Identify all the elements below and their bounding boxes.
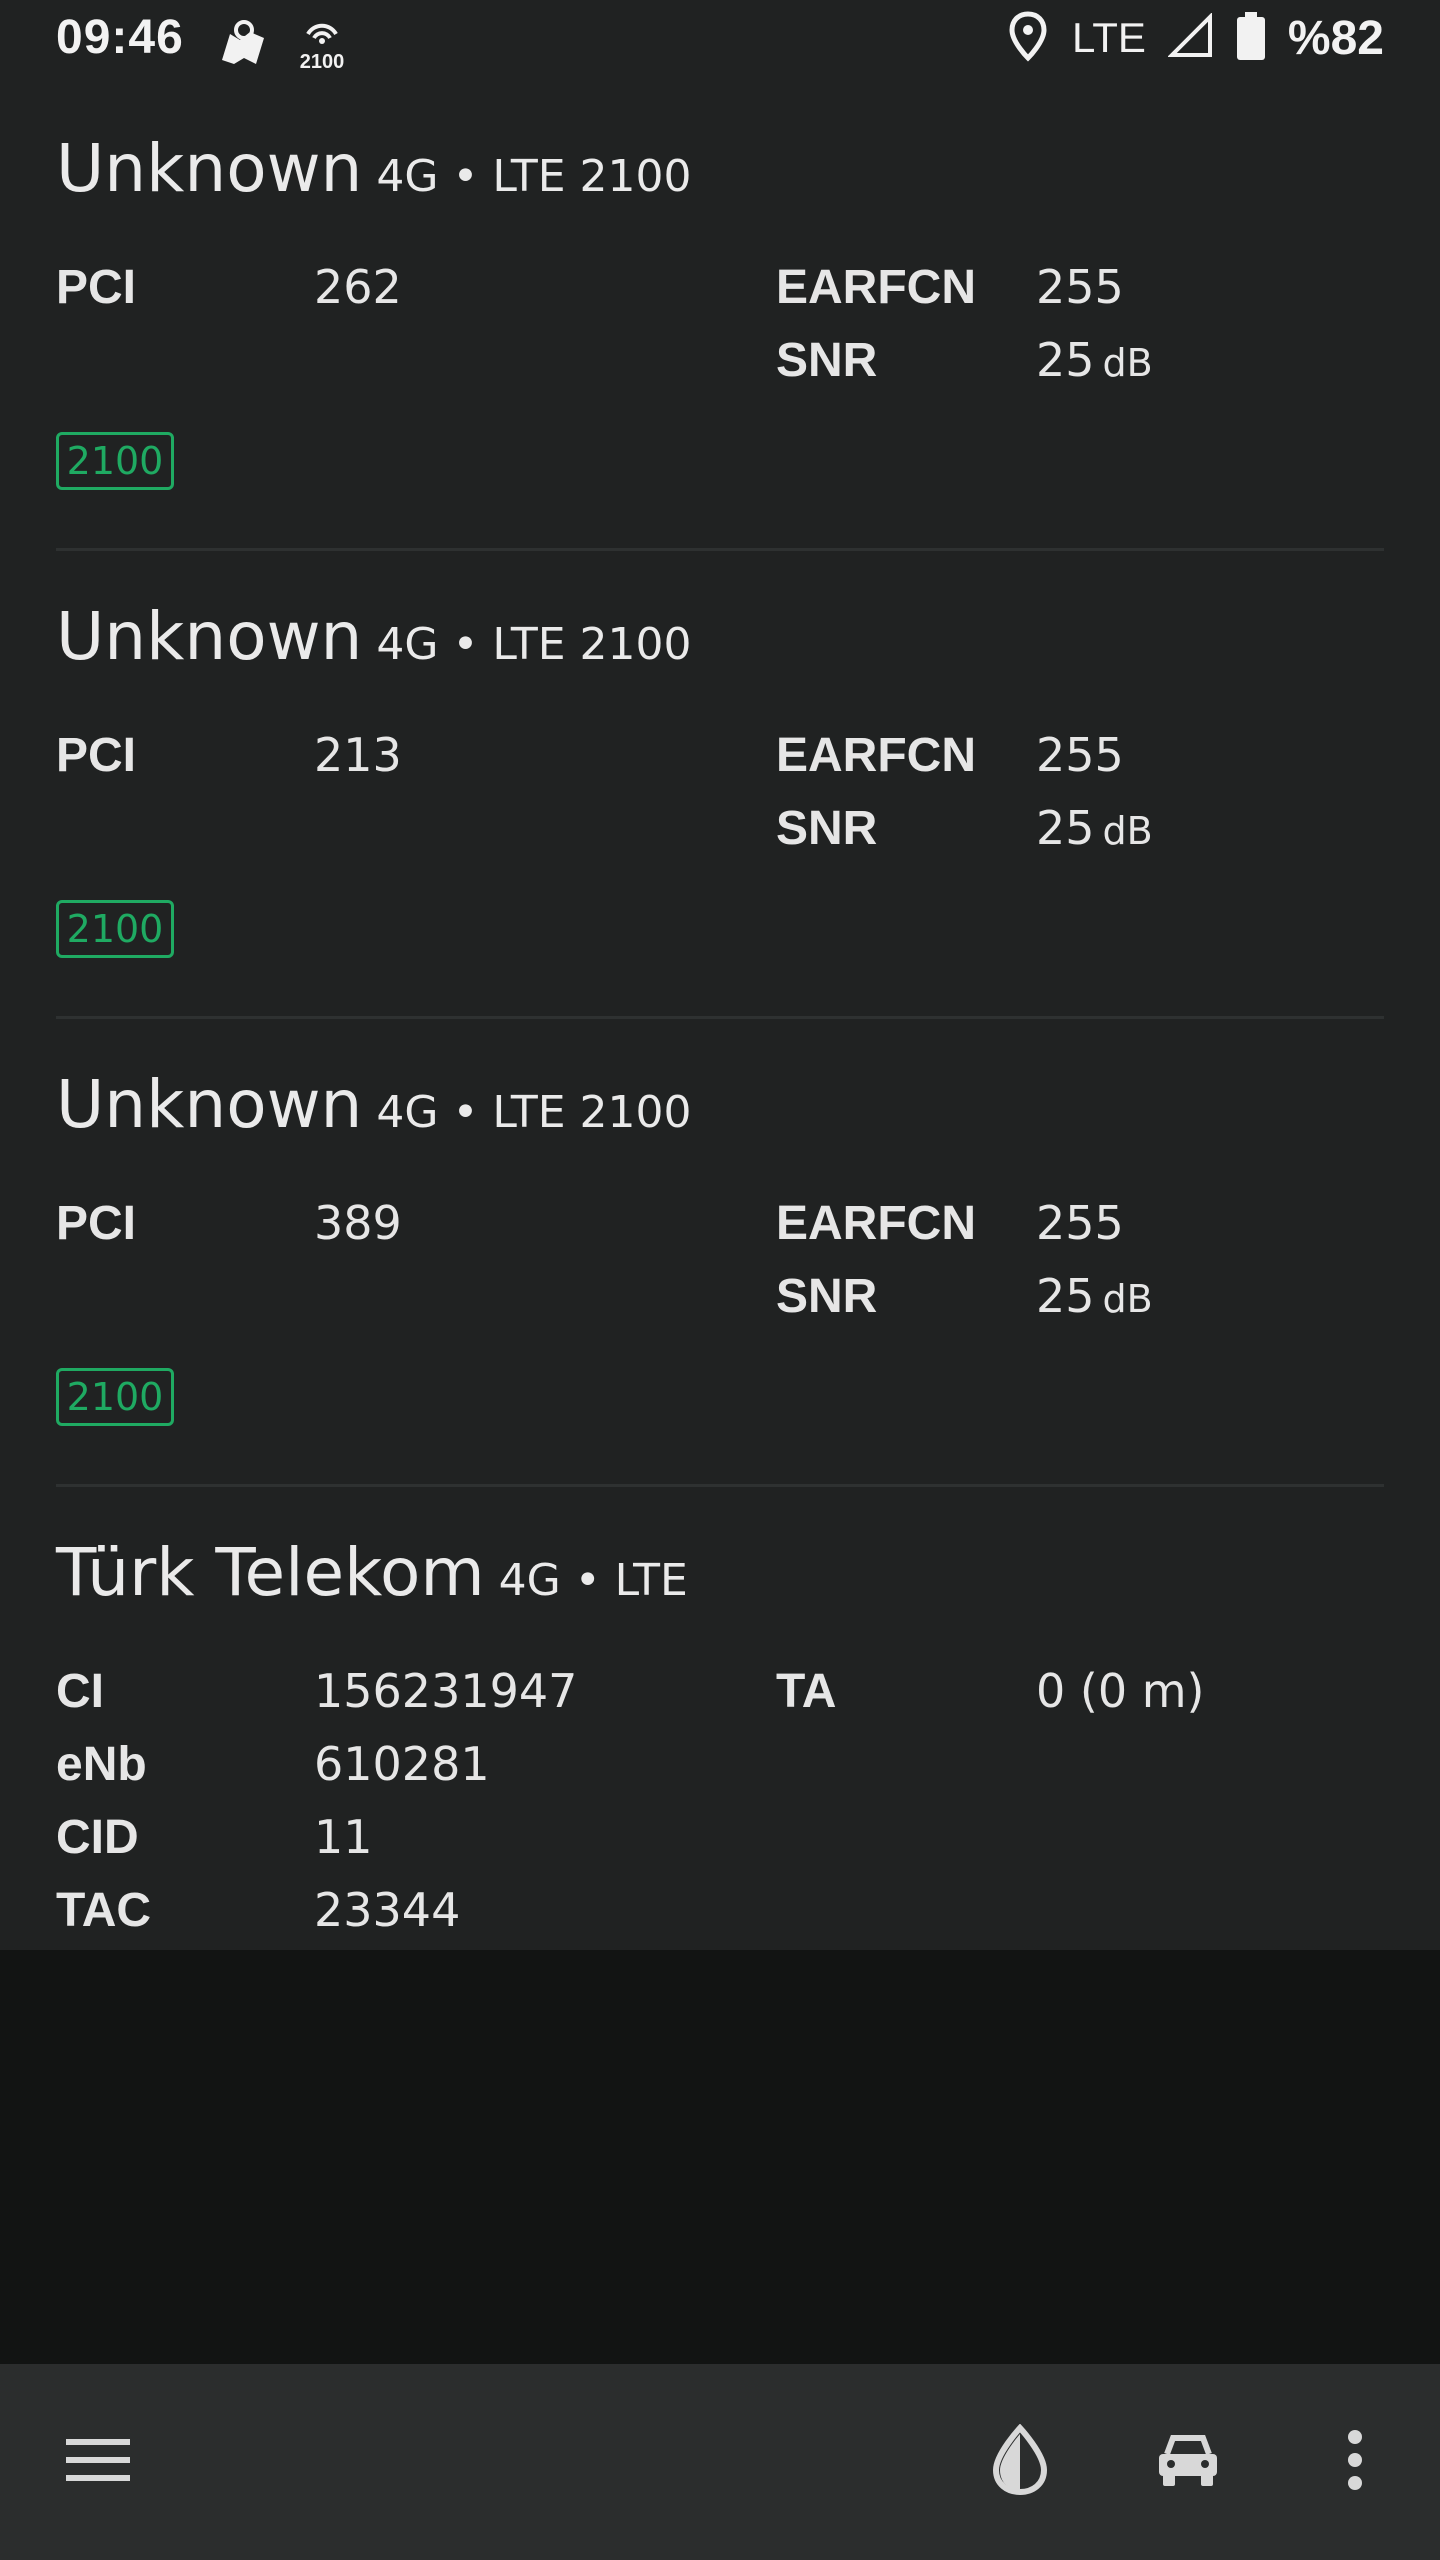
pci-value: 213: [314, 728, 402, 782]
tac-value: 23344: [314, 1883, 461, 1937]
cell-card[interactable]: Unknown 4G • LTE 2100 PCI 389 EARFCN 255 …: [56, 1066, 1384, 1446]
pci-label: PCI: [56, 729, 137, 782]
more-vert-icon: [1345, 2429, 1365, 2495]
earfcn-value: 255: [1036, 728, 1124, 782]
map-icon: [216, 14, 272, 74]
ta-value: 0 (0 m): [1036, 1664, 1205, 1718]
divider: [56, 1016, 1384, 1019]
cell-card[interactable]: Unknown 4G • LTE 2100 PCI 213 EARFCN 255 …: [56, 598, 1384, 978]
ta-label: TA: [776, 1665, 837, 1718]
operator-name: Türk Telekom: [56, 1534, 485, 1611]
status-bar: 09:46 2100 LTE %82: [0, 0, 1440, 84]
enb-value: 610281: [314, 1737, 490, 1791]
pci-label: PCI: [56, 1197, 137, 1250]
cid-label: CID: [56, 1811, 139, 1864]
battery-percent: %82: [1287, 11, 1384, 65]
location-icon: [1006, 10, 1050, 66]
signal-icon: [1167, 12, 1214, 63]
menu-button[interactable]: [30, 2364, 166, 2560]
technology-label: 4G • LTE 2100: [376, 151, 692, 202]
bottom-app-bar: [0, 2364, 1440, 2560]
snr-value: 25 dB: [1036, 1269, 1153, 1323]
cell-card[interactable]: Unknown 4G • LTE 2100 PCI 262 EARFCN 255 …: [56, 130, 1384, 510]
car-mode-icon: [1155, 2430, 1221, 2494]
pci-value: 389: [314, 1196, 402, 1250]
snr-label: SNR: [776, 802, 878, 855]
divider: [56, 548, 1384, 551]
earfcn-label: EARFCN: [776, 261, 976, 314]
pci-value: 262: [314, 260, 402, 314]
enb-label: eNb: [56, 1738, 147, 1791]
band-badge: 2100: [56, 900, 174, 958]
ci-value: 156231947: [314, 1664, 578, 1718]
earfcn-label: EARFCN: [776, 729, 976, 782]
divider: [56, 1484, 1384, 1487]
earfcn-label: EARFCN: [776, 1197, 976, 1250]
car-mode-button[interactable]: [1120, 2364, 1256, 2560]
technology-label: 4G • LTE 2100: [376, 1087, 692, 1138]
snr-label: SNR: [776, 1270, 878, 1323]
earfcn-value: 255: [1036, 260, 1124, 314]
earfcn-value: 255: [1036, 1196, 1124, 1250]
svg-text:2100: 2100: [300, 51, 345, 70]
ci-label: CI: [56, 1665, 104, 1718]
serving-cell-card[interactable]: Türk Telekom 4G • LTE CI 156231947 eNb 61…: [56, 1534, 1384, 1944]
theme-drop-icon: [990, 2423, 1050, 2500]
tac-label: TAC: [56, 1884, 152, 1937]
operator-name: Unknown: [56, 1066, 363, 1143]
band-badge: 2100: [56, 1368, 174, 1426]
status-time: 09:46: [56, 11, 184, 64]
snr-value: 25 dB: [1036, 801, 1153, 855]
operator-name: Unknown: [56, 130, 363, 207]
cid-value: 11: [314, 1810, 373, 1864]
pci-label: PCI: [56, 261, 137, 314]
technology-label: 4G • LTE: [498, 1555, 688, 1606]
cell-tower-2100-icon: 2100: [294, 14, 350, 74]
snr-value: 25 dB: [1036, 333, 1153, 387]
operator-name: Unknown: [56, 598, 363, 675]
network-type: LTE: [1072, 14, 1146, 61]
theme-button[interactable]: [952, 2364, 1088, 2560]
technology-label: 4G • LTE 2100: [376, 619, 692, 670]
menu-icon: [64, 2435, 132, 2489]
more-options-button[interactable]: [1290, 2364, 1420, 2560]
battery-icon: [1236, 11, 1266, 65]
snr-label: SNR: [776, 334, 878, 387]
band-badge: 2100: [56, 432, 174, 490]
